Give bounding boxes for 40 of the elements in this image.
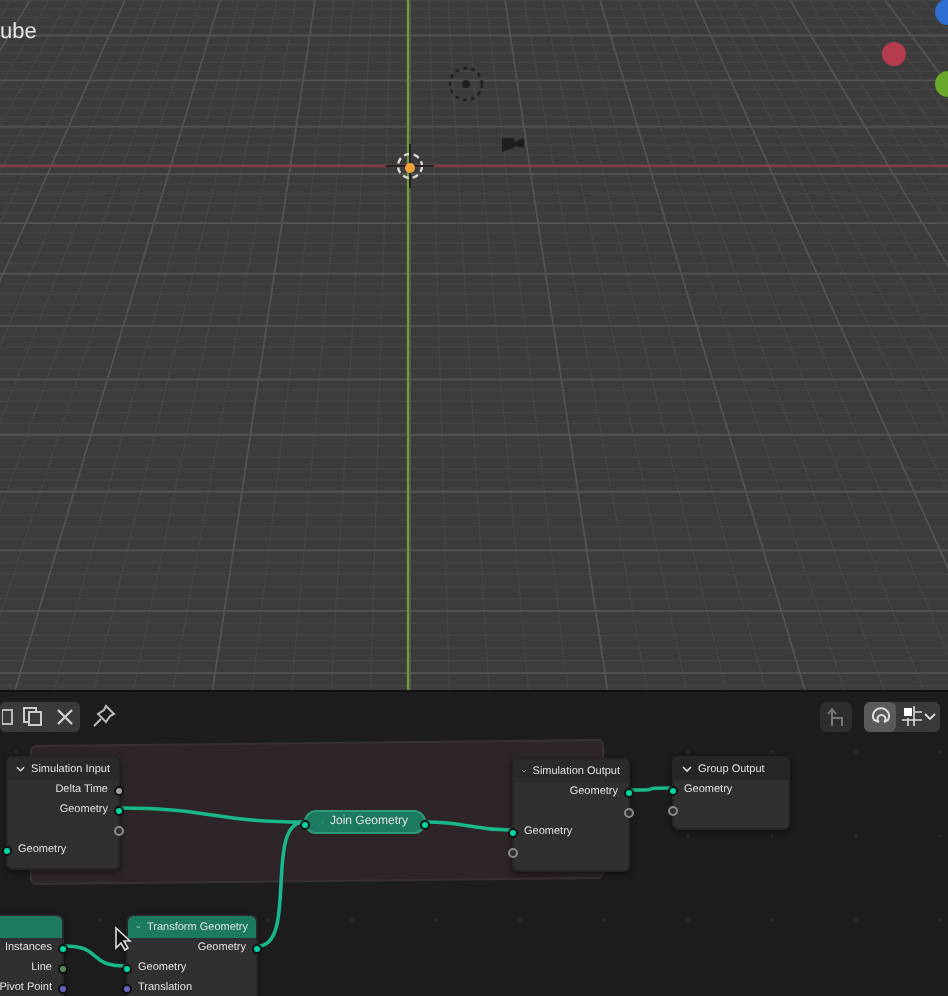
duplicate-icon	[22, 706, 42, 726]
socket-dot[interactable]	[122, 963, 132, 973]
browse-icon	[2, 707, 14, 725]
mouse-cursor-icon	[114, 926, 132, 952]
link-wire	[425, 820, 513, 832]
parent-node-button[interactable]	[820, 701, 852, 731]
empty-socket[interactable]	[668, 805, 678, 815]
empty-socket[interactable]	[114, 825, 124, 835]
socket-dot[interactable]	[508, 827, 518, 837]
socket-dot[interactable]	[122, 983, 132, 993]
socket-dot[interactable]	[668, 785, 678, 795]
parent-node-icon	[826, 705, 846, 727]
cursor-3d-icon	[385, 143, 435, 189]
magnet-icon	[869, 705, 891, 727]
socket-dot[interactable]	[58, 943, 68, 953]
camera-icon	[502, 138, 524, 152]
caret-icon	[923, 711, 935, 721]
pin-icon[interactable]	[92, 704, 116, 728]
empty-socket[interactable]	[508, 847, 518, 857]
node-header[interactable]	[0, 916, 62, 938]
grid-snap-icon	[901, 706, 921, 726]
link-wire	[63, 944, 127, 968]
socket-dot[interactable]	[2, 845, 12, 855]
socket-dot[interactable]	[114, 805, 124, 815]
object-name: ube	[0, 20, 37, 46]
socket-dot[interactable]	[420, 819, 430, 829]
close-icon	[55, 707, 73, 725]
link-wire	[630, 786, 672, 792]
axis-gizmo-drawing[interactable]	[882, 0, 948, 97]
socket-dot[interactable]	[624, 787, 634, 797]
socket-dot[interactable]	[58, 983, 68, 993]
light-icon	[448, 66, 484, 102]
browse-button[interactable]	[0, 701, 16, 731]
snap-mode-dropdown[interactable]	[896, 701, 940, 731]
snap-toggle[interactable]	[864, 701, 896, 731]
socket-dot[interactable]	[252, 943, 262, 953]
socket-dot[interactable]	[58, 963, 68, 973]
socket-dot[interactable]	[114, 785, 124, 795]
empty-socket[interactable]	[624, 807, 634, 817]
socket-dot[interactable]	[300, 819, 310, 829]
